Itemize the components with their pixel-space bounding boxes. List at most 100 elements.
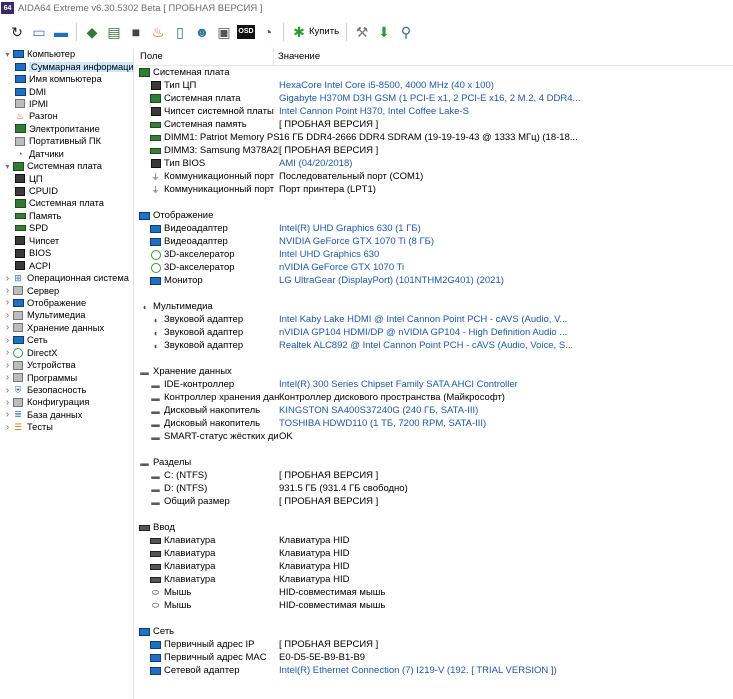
tree-memory[interactable]: Память bbox=[0, 210, 133, 222]
computer-icon[interactable]: ▬ bbox=[50, 21, 72, 43]
table-row[interactable]: ▬ IDE-контроллер Intel(R) 300 Series Chips… bbox=[136, 378, 733, 391]
gauge-icon[interactable]: ◔ bbox=[257, 21, 279, 43]
table-row[interactable]: Тип BIOS AMI (04/20/2018) bbox=[136, 157, 733, 170]
table-row[interactable]: Сетевой адаптер Intel(R) Ethernet Connect… bbox=[136, 664, 733, 677]
expand-arrow-icon[interactable]: › bbox=[3, 285, 12, 297]
table-row[interactable]: ⬭ Мышь HID-совместимая мышь bbox=[136, 586, 733, 599]
tree-cpuid[interactable]: CPUID bbox=[0, 185, 133, 197]
tree-tests[interactable]: › ☰ Тесты bbox=[0, 421, 133, 433]
table-row[interactable]: Монитор LG UltraGear (DisplayPort) (101NT… bbox=[136, 274, 733, 287]
osd-icon[interactable]: OSD bbox=[237, 24, 255, 39]
table-row[interactable]: 3D-акселератор Intel UHD Graphics 630 bbox=[136, 248, 733, 261]
column-header-value[interactable]: Значение bbox=[274, 51, 320, 62]
tree-devices[interactable]: › Устройства bbox=[0, 359, 133, 371]
motherboard-icon[interactable]: ◆ bbox=[81, 21, 103, 43]
table-row[interactable]: Тип ЦП HexaCore Intel Core i5-8500, 4000 … bbox=[136, 79, 733, 92]
table-row[interactable]: ◖ Звуковой адаптер Intel Kaby Lake HDMI @ … bbox=[136, 313, 733, 326]
download-icon[interactable]: ⬇ bbox=[373, 21, 395, 43]
tree-display[interactable]: › Отображение bbox=[0, 297, 133, 309]
table-row[interactable]: Клавиатура Клавиатура HID bbox=[136, 534, 733, 547]
value-link[interactable]: Intel UHD Graphics 630 bbox=[279, 249, 379, 260]
tree-portable-pc[interactable]: Портативный ПК bbox=[0, 135, 133, 147]
table-row[interactable]: Клавиатура Клавиатура HID bbox=[136, 573, 733, 586]
value-link[interactable]: Realtek ALC892 @ Intel Cannon Point PCH … bbox=[279, 340, 573, 351]
tree-cpu[interactable]: ЦП bbox=[0, 172, 133, 184]
tree-directx[interactable]: › DirectX bbox=[0, 347, 133, 359]
value-link[interactable]: Intel Cannon Point H370, Intel Coffee La… bbox=[279, 106, 469, 117]
table-row[interactable]: ▬ Общий размер [ ПРОБНАЯ ВЕРСИЯ ] bbox=[136, 495, 733, 508]
tree-multimedia[interactable]: › Мультимедиа bbox=[0, 309, 133, 321]
section-multimedia[interactable]: ◖ Мультимедиа bbox=[136, 300, 733, 313]
section-partitions[interactable]: ▬ Разделы bbox=[136, 456, 733, 469]
tree-dmi[interactable]: DMI bbox=[0, 85, 133, 97]
expand-arrow-icon[interactable]: › bbox=[3, 297, 12, 309]
expand-arrow-icon[interactable]: › bbox=[3, 372, 12, 384]
expand-arrow-icon[interactable]: › bbox=[3, 421, 12, 433]
tree-database[interactable]: › ≣ База данных bbox=[0, 409, 133, 421]
user-icon[interactable]: ☻ bbox=[191, 21, 213, 43]
value-link[interactable]: Intel Kaby Lake HDMI @ Intel Cannon Poin… bbox=[279, 314, 567, 325]
tree-mb[interactable]: Системная плата bbox=[0, 197, 133, 209]
value-link[interactable]: Intel(R) 300 Series Chipset Family SATA … bbox=[279, 379, 518, 390]
report-icon[interactable]: ▭ bbox=[28, 21, 50, 43]
section-motherboard[interactable]: Системная плата bbox=[136, 66, 733, 79]
table-row[interactable]: Системная память [ ПРОБНАЯ ВЕРСИЯ ] bbox=[136, 118, 733, 131]
tree-security[interactable]: › ⛨ Безопасность bbox=[0, 384, 133, 396]
table-row[interactable]: Системная плата Gigabyte H370M D3H GSM (1… bbox=[136, 92, 733, 105]
table-row[interactable]: Чипсет системной платы Intel Cannon Point… bbox=[136, 105, 733, 118]
section-display[interactable]: Отображение bbox=[136, 209, 733, 222]
tree-computer[interactable]: ▾ Компьютер bbox=[0, 48, 133, 60]
buy-button[interactable]: ✱ Купить bbox=[288, 21, 342, 43]
device-icon[interactable]: ▯ bbox=[169, 21, 191, 43]
value-link[interactable]: HexaCore Intel Core i5-8500, 4000 MHz (4… bbox=[279, 80, 494, 91]
table-row[interactable]: DIMM1: Patriot Memory PS... 16 ГБ DDR4-26… bbox=[136, 131, 733, 144]
tree-server[interactable]: › Сервер bbox=[0, 284, 133, 296]
table-row[interactable]: ⏚ Коммуникационный порт Последовательный п… bbox=[136, 170, 733, 183]
column-header-field[interactable]: Поле bbox=[136, 48, 274, 66]
tools-icon[interactable]: ⚒ bbox=[351, 21, 373, 43]
expand-arrow-icon[interactable]: › bbox=[3, 359, 12, 371]
table-row[interactable]: ⬭ Мышь HID-совместимая мышь bbox=[136, 599, 733, 612]
flame-icon[interactable]: ♨ bbox=[147, 21, 169, 43]
table-row[interactable]: Первичный адрес MAC E0-D5-5E-B9-B1-B9 bbox=[136, 651, 733, 664]
section-network[interactable]: Сеть bbox=[136, 625, 733, 638]
section-input[interactable]: Ввод bbox=[136, 521, 733, 534]
expand-arrow-icon[interactable]: › bbox=[3, 409, 12, 421]
tree-bios[interactable]: BIOS bbox=[0, 247, 133, 259]
table-row[interactable]: Клавиатура Клавиатура HID bbox=[136, 547, 733, 560]
tree-sensors[interactable]: ◔ Датчики bbox=[0, 148, 133, 160]
value-link[interactable]: NVIDIA GeForce GTX 1070 Ti (8 ГБ) bbox=[279, 236, 434, 247]
value-link[interactable]: Intel(R) Ethernet Connection (7) I219-V … bbox=[279, 665, 557, 676]
value-link[interactable]: Intel(R) UHD Graphics 630 (1 ГБ) bbox=[279, 223, 421, 234]
tree-spd[interactable]: SPD bbox=[0, 222, 133, 234]
expand-arrow-icon[interactable]: › bbox=[3, 384, 12, 396]
tree-motherboard[interactable]: ▾ Системная плата bbox=[0, 160, 133, 172]
collapse-arrow-icon[interactable]: ▾ bbox=[3, 160, 12, 172]
tree-summary[interactable]: Суммарная информация bbox=[0, 60, 133, 72]
table-row[interactable]: ▬ Контроллер хранения дан... Контроллер ди… bbox=[136, 391, 733, 404]
table-row[interactable]: Первичный адрес IP [ ПРОБНАЯ ВЕРСИЯ ] bbox=[136, 638, 733, 651]
expand-arrow-icon[interactable]: › bbox=[3, 396, 12, 408]
value-link[interactable]: Gigabyte H370M D3H GSM (1 PCI-E x1, 2 PC… bbox=[279, 93, 580, 104]
tree-overclock[interactable]: ♨ Разгон bbox=[0, 110, 133, 122]
clipboard-icon[interactable]: ▣ bbox=[213, 21, 235, 43]
expand-arrow-icon[interactable]: › bbox=[3, 334, 12, 346]
tree-acpi[interactable]: ACPI bbox=[0, 259, 133, 271]
section-storage[interactable]: ▬ Хранение данных bbox=[136, 365, 733, 378]
value-link[interactable]: AMI (04/20/2018) bbox=[279, 158, 352, 169]
collapse-arrow-icon[interactable]: ▾ bbox=[3, 48, 12, 60]
value-link[interactable]: TOSHIBA HDWD110 (1 ТБ, 7200 RPM, SATA-II… bbox=[279, 418, 486, 429]
table-row[interactable]: Клавиатура Клавиатура HID bbox=[136, 560, 733, 573]
table-row[interactable]: Видеоадаптер NVIDIA GeForce GTX 1070 Ti (… bbox=[136, 235, 733, 248]
expand-arrow-icon[interactable]: › bbox=[3, 309, 12, 321]
expand-arrow-icon[interactable]: › bbox=[3, 322, 12, 334]
tree-computer-name[interactable]: Имя компьютера bbox=[0, 73, 133, 85]
table-row[interactable]: ▬ D: (NTFS) 931.5 ГБ (931.4 ГБ свободно) bbox=[136, 482, 733, 495]
tree-config[interactable]: › Конфигурация bbox=[0, 396, 133, 408]
table-row[interactable]: ◖ Звуковой адаптер Realtek ALC892 @ Intel … bbox=[136, 339, 733, 352]
value-link[interactable]: nVIDIA GP104 HDMI/DP @ nVIDIA GP104 - Hi… bbox=[279, 327, 567, 338]
value-link[interactable]: LG UltraGear (DisplayPort) (101NTHM2G401… bbox=[279, 275, 504, 286]
search-icon[interactable]: ⚲ bbox=[395, 21, 417, 43]
tree-power[interactable]: Электропитание bbox=[0, 123, 133, 135]
table-row[interactable]: ▬ Дисковый накопитель TOSHIBA HDWD110 (1 Т… bbox=[136, 417, 733, 430]
